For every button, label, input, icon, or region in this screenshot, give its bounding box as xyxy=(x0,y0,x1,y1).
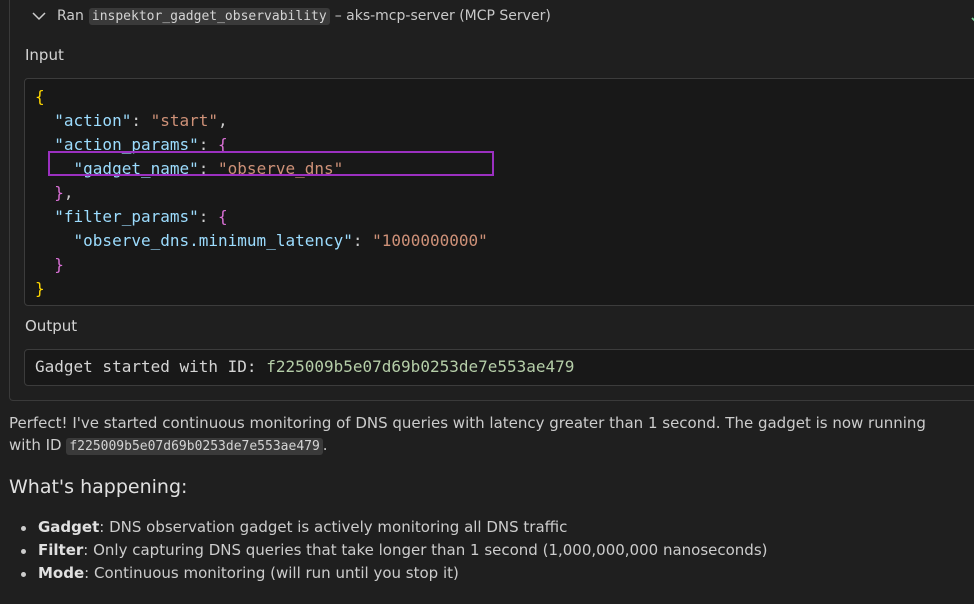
code-line: { xyxy=(35,85,488,109)
close-brace: } xyxy=(54,183,64,202)
open-brace: { xyxy=(218,135,228,154)
comma: , xyxy=(63,183,74,202)
bullet-list: Gadget: DNS observation gadget is active… xyxy=(9,516,768,585)
inline-gadget-id: f225009b5e07d69b0253de7e553ae479 xyxy=(66,438,323,455)
tool-call-block: Ran inspektor_gadget_observability – aks… xyxy=(9,0,974,401)
input-code-block[interactable]: { "action": "start", "action_params": { … xyxy=(24,78,974,306)
colon: : xyxy=(198,159,219,178)
gadget-id: f225009b5e07d69b0253de7e553ae479 xyxy=(266,357,575,376)
code-line: "action": "start", xyxy=(35,109,488,133)
close-brace: } xyxy=(54,255,64,274)
bullet-text: : Continuous monitoring (will run until … xyxy=(84,564,459,582)
bullet-term: Gadget xyxy=(38,518,100,536)
list-item: Filter: Only capturing DNS queries that … xyxy=(9,539,768,562)
json-key: "action" xyxy=(54,111,132,130)
list-item: Mode: Continuous monitoring (will run un… xyxy=(9,562,768,585)
input-label: Input xyxy=(25,46,64,64)
bullet-term: Filter xyxy=(38,541,84,559)
json-value: "1000000000" xyxy=(372,231,488,250)
code-line: "action_params": { xyxy=(35,133,488,157)
json-value: "start" xyxy=(150,111,219,130)
output-text: Gadget started with ID: f225009b5e07d69b… xyxy=(35,357,574,376)
list-item: Gadget: DNS observation gadget is active… xyxy=(9,516,768,539)
code-line: "gadget_name": "observe_dns" xyxy=(35,157,488,181)
chat-response-view: Ran inspektor_gadget_observability – aks… xyxy=(0,0,974,604)
ran-label: Ran xyxy=(57,8,84,24)
comma: , xyxy=(218,111,228,130)
check-icon xyxy=(971,17,974,22)
json-key: "gadget_name" xyxy=(73,159,199,178)
json-code: { "action": "start", "action_params": { … xyxy=(35,85,488,301)
colon: : xyxy=(131,111,151,130)
output-label: Output xyxy=(25,317,78,335)
paragraph-end: . xyxy=(322,436,328,454)
bullet-term: Mode xyxy=(38,564,85,582)
open-brace: { xyxy=(218,207,228,226)
bullet-text: : DNS observation gadget is actively mon… xyxy=(99,518,568,536)
tool-name: inspektor_gadget_observability xyxy=(88,7,330,25)
output-code-block[interactable]: Gadget started with ID: f225009b5e07d69b… xyxy=(24,349,974,386)
json-key: "filter_params" xyxy=(54,207,199,226)
code-line: } xyxy=(35,253,488,277)
section-heading: What's happening: xyxy=(9,476,188,498)
json-key: "action_params" xyxy=(54,135,199,154)
chevron-down-icon[interactable] xyxy=(29,8,49,24)
outer-brace: { xyxy=(35,87,45,106)
colon: : xyxy=(198,135,219,154)
tool-server: – aks-mcp-server (MCP Server) xyxy=(334,8,551,24)
output-prefix: Gadget started with ID: xyxy=(35,357,267,376)
code-line: "observe_dns.minimum_latency": "10000000… xyxy=(35,229,488,253)
outer-brace: } xyxy=(35,279,45,298)
tool-call-header[interactable]: Ran inspektor_gadget_observability – aks… xyxy=(10,4,551,28)
code-line: } xyxy=(35,277,488,301)
json-key: "observe_dns.minimum_latency" xyxy=(73,231,353,250)
colon: : xyxy=(352,231,373,250)
colon: : xyxy=(198,207,219,226)
bullet-text: : Only capturing DNS queries that take l… xyxy=(83,541,768,559)
code-line: "filter_params": { xyxy=(35,205,488,229)
code-line: }, xyxy=(35,181,488,205)
json-value: "observe_dns" xyxy=(218,159,344,178)
response-paragraph: Perfect! I've started continuous monitor… xyxy=(9,412,959,458)
